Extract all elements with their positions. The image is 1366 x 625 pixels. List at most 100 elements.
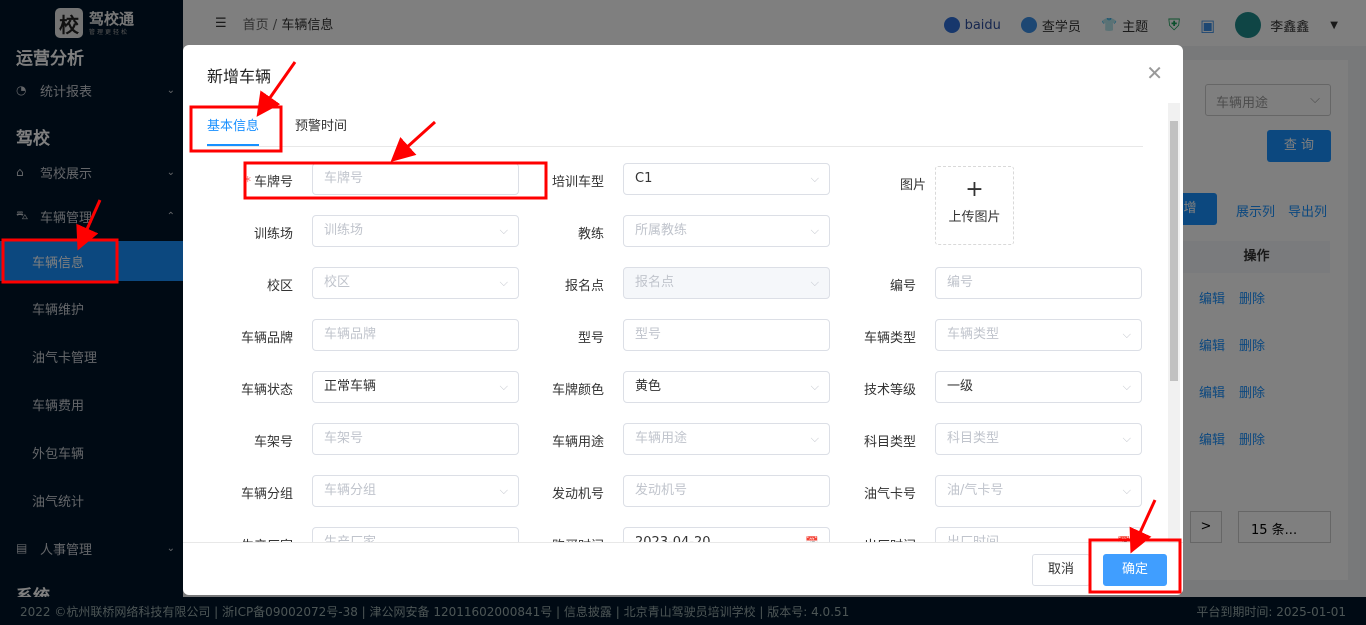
field-value: 发动机号 [635, 483, 688, 498]
field-label: 车架号 [183, 431, 293, 450]
field-label-text: 车辆品牌 [240, 331, 293, 346]
chevron-down-icon: ⌵ [1122, 328, 1131, 341]
field-value: 正常车辆 [324, 379, 377, 394]
field-label: 发动机号 [494, 483, 604, 502]
plus-icon: + [965, 177, 984, 202]
select-9[interactable]: 车辆类型 ⌵ [935, 319, 1142, 351]
dialog-footer: 取消 确定 [183, 542, 1183, 595]
confirm-button[interactable]: 确定 [1103, 554, 1167, 586]
date-picker-21[interactable]: 出厂时间 📅 [935, 527, 1142, 542]
cancel-button[interactable]: 取消 [1032, 554, 1090, 586]
field-label: 报名点 [494, 275, 604, 294]
field-label-text: 教练 [577, 227, 604, 242]
field-value: 黄色 [635, 379, 662, 394]
text-input-7[interactable]: 车辆品牌 [312, 319, 519, 351]
chevron-down-icon: ⌵ [1122, 432, 1131, 445]
field-value: 训练场 [324, 223, 364, 238]
field-value: 报名点 [635, 275, 675, 290]
select-16[interactable]: 车辆分组 ⌵ [312, 475, 519, 507]
field-value: 一级 [947, 379, 974, 394]
tab-warning-time[interactable]: 预警时间 [295, 115, 347, 134]
chevron-down-icon: ⌵ [1122, 484, 1131, 497]
field-label: 油气卡号 [806, 483, 916, 502]
field-value: 校区 [324, 275, 351, 290]
field-value: 车辆分组 [324, 483, 377, 498]
field-label: 车牌颜色 [494, 379, 604, 398]
field-label-text: 科目类型 [863, 435, 916, 450]
field-label-text: 技术等级 [863, 383, 916, 398]
dialog-tabs: 基本信息 预警时间 [207, 101, 1143, 147]
upload-label: 上传图片 [948, 210, 1001, 225]
tab-basic-info[interactable]: 基本信息 [207, 115, 260, 146]
field-label-text: 车牌号 [253, 175, 293, 190]
field-label-text: 车辆分组 [240, 487, 293, 502]
text-input-19[interactable]: 生产厂家 [312, 527, 519, 542]
select-18[interactable]: 油/气卡号 ⌵ [935, 475, 1142, 507]
field-label-text: 车辆状态 [240, 383, 293, 398]
text-input-6[interactable]: 编号 [935, 267, 1142, 299]
field-label: 购买时间 [494, 535, 604, 542]
field-value: 油/气卡号 [947, 483, 1004, 498]
field-value: 所属教练 [635, 223, 688, 238]
field-label: 校区 [183, 275, 293, 294]
field-label-text: 油气卡号 [863, 487, 916, 502]
field-value: 型号 [635, 327, 662, 342]
field-label: 编号 [806, 275, 916, 294]
field-value: 2023-04-20 [635, 535, 711, 542]
text-input-13[interactable]: 车架号 [312, 423, 519, 455]
field-label-text: 车辆类型 [863, 331, 916, 346]
select-3[interactable]: 所属教练 ⌵ [623, 215, 830, 247]
select-11[interactable]: 黄色 ⌵ [623, 371, 830, 403]
image-label: 图片 [899, 178, 926, 193]
add-vehicle-dialog: 新增车辆 ✕ 基本信息 预警时间 图片 + 上传图片 * 车牌号 车牌号 培训车型 C1… [183, 45, 1183, 595]
select-4[interactable]: 校区 ⌵ [312, 267, 519, 299]
field-label-text: 车架号 [253, 435, 293, 450]
text-input-17[interactable]: 发动机号 [623, 475, 830, 507]
field-value: 编号 [947, 275, 974, 290]
close-icon[interactable]: ✕ [1146, 61, 1163, 85]
field-label: * 车牌号 [183, 171, 293, 190]
dialog-title: 新增车辆 [207, 67, 272, 86]
field-value: 生产厂家 [324, 535, 376, 542]
field-label: 教练 [494, 223, 604, 242]
select-15[interactable]: 科目类型 ⌵ [935, 423, 1142, 455]
text-input-8[interactable]: 型号 [623, 319, 830, 351]
field-label-text: 车牌颜色 [551, 383, 604, 398]
chevron-down-icon: ⌵ [810, 172, 819, 185]
field-label: 型号 [494, 327, 604, 346]
field-value: 车架号 [324, 431, 364, 446]
field-label-text: 校区 [266, 279, 293, 294]
field-label-text: 发动机号 [551, 487, 604, 502]
chevron-down-icon: ⌵ [810, 224, 819, 237]
field-label: 科目类型 [806, 431, 916, 450]
select-5[interactable]: 报名点 ⌵ [623, 267, 830, 299]
field-value: C1 [635, 171, 653, 186]
select-10[interactable]: 正常车辆 ⌵ [312, 371, 519, 403]
select-14[interactable]: 车辆用途 ⌵ [623, 423, 830, 455]
field-label: 车辆分组 [183, 483, 293, 502]
field-label: 技术等级 [806, 379, 916, 398]
dialog-scrollbar[interactable] [1168, 103, 1180, 543]
field-label: 出厂时间 [806, 535, 916, 542]
field-label-text: 训练场 [253, 227, 293, 242]
field-label-text: 车辆用途 [551, 435, 604, 450]
field-label-text: 报名点 [564, 279, 604, 294]
required-mark: * [244, 175, 251, 190]
select-2[interactable]: 训练场 ⌵ [312, 215, 519, 247]
field-label-text: 编号 [889, 279, 916, 294]
field-value: 出厂时间 [947, 535, 999, 542]
date-picker-20[interactable]: 2023-04-20📅 [623, 527, 830, 542]
select-1[interactable]: C1 ⌵ [623, 163, 830, 195]
field-label: 车辆品牌 [183, 327, 293, 346]
field-label-text: 培训车型 [551, 175, 604, 190]
field-value: 车辆品牌 [324, 327, 377, 342]
upload-image-button[interactable]: + 上传图片 [935, 166, 1014, 245]
scrollbar-thumb[interactable] [1170, 121, 1178, 381]
field-label-text: 型号 [577, 331, 604, 346]
text-input-0[interactable]: 车牌号 [312, 163, 519, 195]
field-value: 车辆用途 [635, 431, 688, 446]
vehicle-form: 图片 + 上传图片 * 车牌号 车牌号 培训车型 C1 ⌵ 训练场 训练场 ⌵ 教练 所属教练 ⌵ 校区… [183, 147, 1168, 542]
chevron-down-icon: ⌵ [1122, 380, 1131, 393]
select-12[interactable]: 一级 ⌵ [935, 371, 1142, 403]
field-label: 车辆状态 [183, 379, 293, 398]
